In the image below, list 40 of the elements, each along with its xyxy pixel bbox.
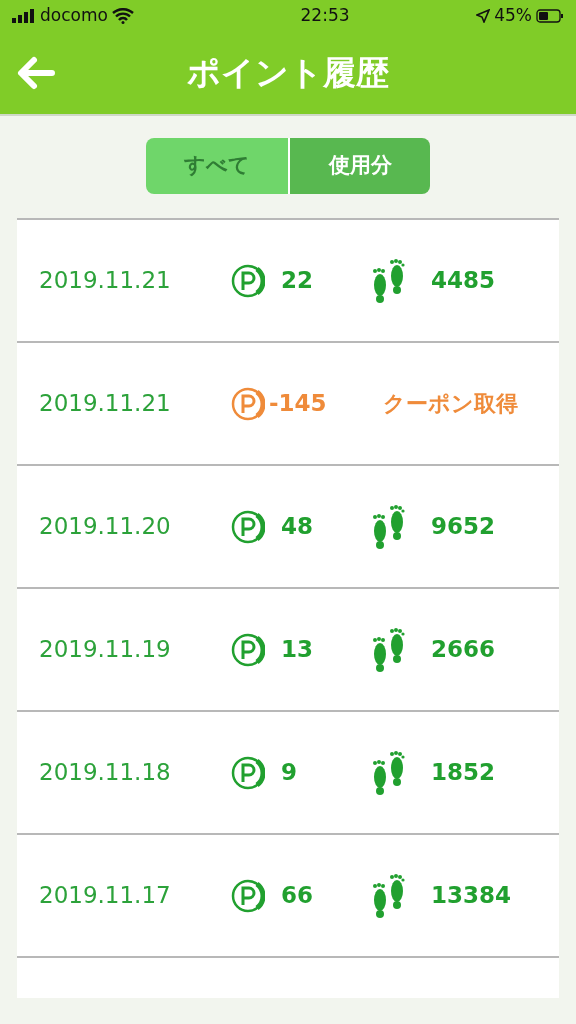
footprints-icon bbox=[371, 257, 407, 304]
point-coin-icon bbox=[231, 632, 265, 667]
coupon-note: クーポン取得 bbox=[383, 390, 518, 418]
point-coin-icon bbox=[231, 509, 265, 544]
battery-percent: 45% bbox=[494, 4, 532, 28]
footprints-icon bbox=[371, 503, 407, 550]
location-arrow-icon bbox=[476, 9, 491, 23]
history-date: 2019.11.18 bbox=[39, 758, 172, 788]
history-date: 2019.11.19 bbox=[39, 635, 172, 665]
footprints-icon bbox=[371, 749, 407, 796]
signal-icon bbox=[12, 9, 36, 23]
point-coin-icon bbox=[231, 386, 265, 421]
points-value: 9 bbox=[281, 758, 298, 788]
battery-icon bbox=[536, 9, 564, 23]
history-date: 2019.11.21 bbox=[39, 389, 172, 419]
points-value: 22 bbox=[281, 266, 314, 296]
clock-time: 22:53 bbox=[300, 4, 350, 28]
points-value: 13 bbox=[281, 635, 314, 665]
point-coin-icon bbox=[231, 878, 265, 913]
carrier-name: docomo bbox=[40, 4, 108, 28]
footprints-icon bbox=[371, 872, 407, 919]
step-count: 13384 bbox=[431, 881, 512, 911]
step-count: 1852 bbox=[431, 758, 495, 788]
wifi-icon bbox=[111, 8, 134, 24]
back-button[interactable] bbox=[16, 55, 56, 91]
point-coin-icon bbox=[231, 263, 265, 298]
filter-tab[interactable]: 使用分 bbox=[288, 138, 430, 194]
history-date: 2019.11.21 bbox=[39, 266, 172, 296]
step-count: 2666 bbox=[431, 635, 495, 665]
points-value: -145 bbox=[269, 389, 328, 419]
points-value: 66 bbox=[281, 881, 314, 911]
page-title: ポイント履歴 bbox=[187, 53, 389, 93]
history-date: 2019.11.17 bbox=[39, 881, 172, 911]
history-date: 2019.11.20 bbox=[39, 512, 172, 542]
point-coin-icon bbox=[231, 755, 265, 790]
step-count: 9652 bbox=[431, 512, 495, 542]
footprints-icon bbox=[371, 626, 407, 673]
step-count: 4485 bbox=[431, 266, 495, 296]
points-value: 48 bbox=[281, 512, 314, 542]
filter-tab[interactable]: すべて bbox=[146, 138, 288, 194]
